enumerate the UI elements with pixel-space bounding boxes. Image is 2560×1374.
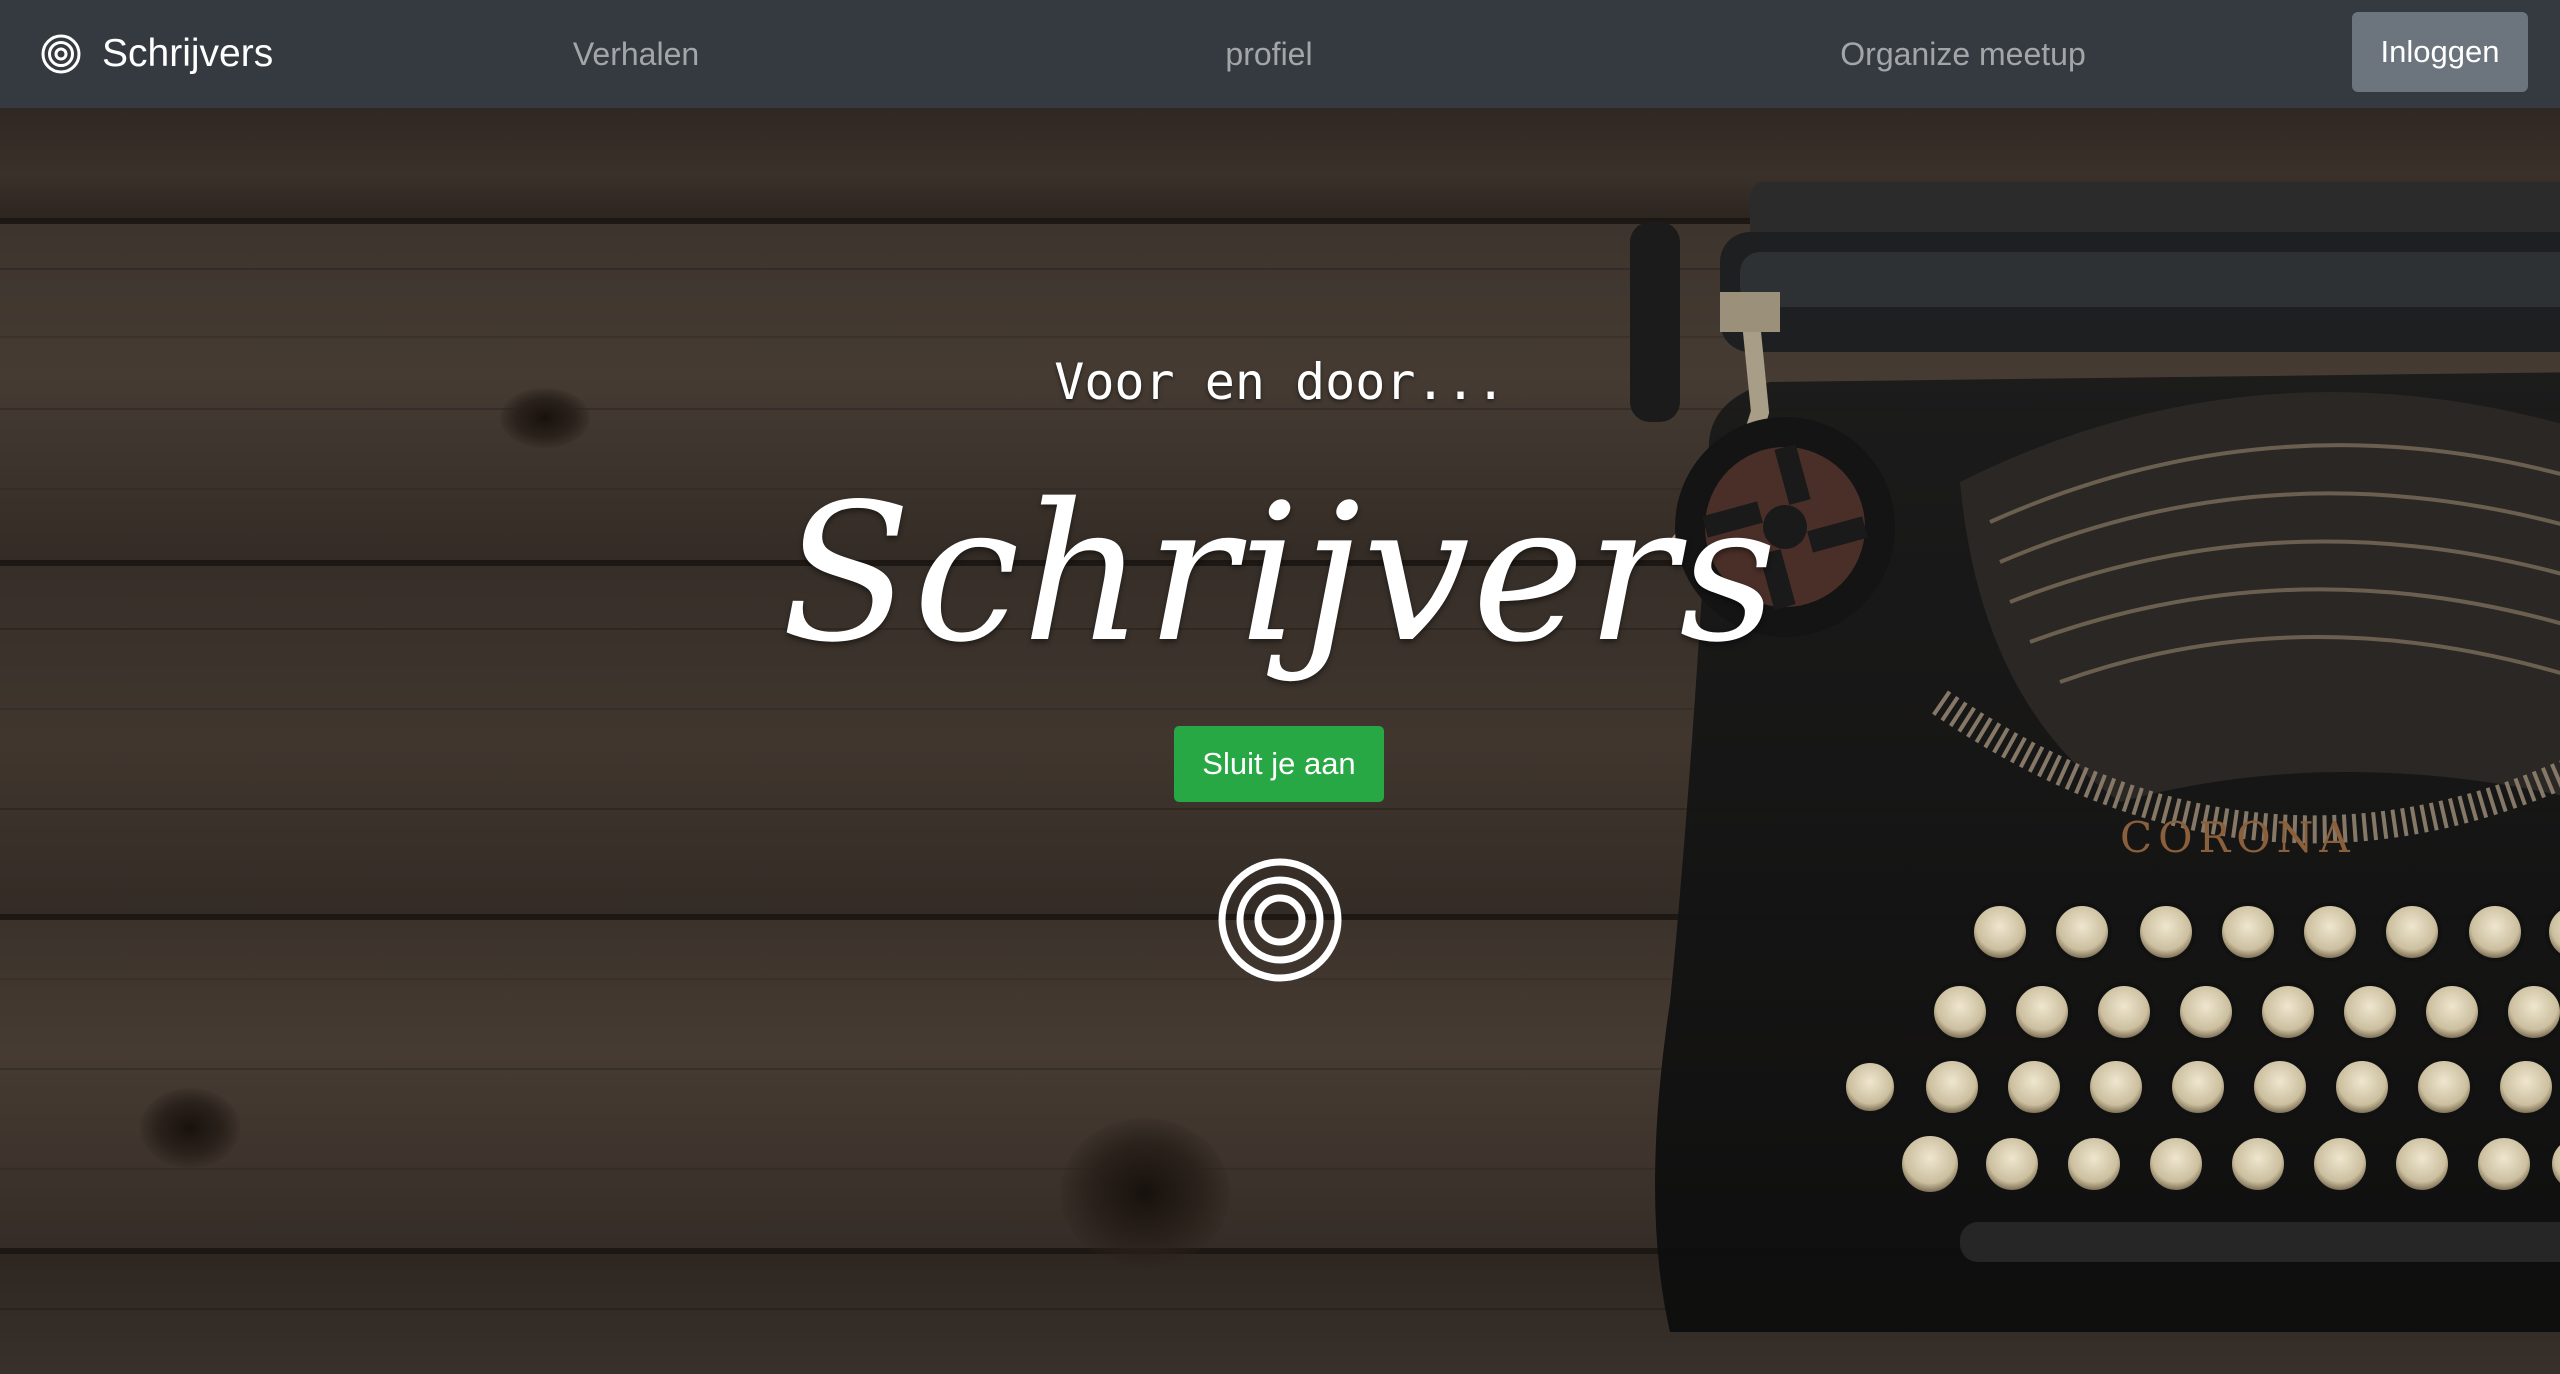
top-navbar: Schrijvers Verhalen profiel Organize mee… — [0, 0, 2560, 108]
hero-content: Voor en door... Schrijvers Sluit je aan — [0, 108, 2560, 1374]
hero-title: Schrijvers — [781, 463, 1779, 684]
brand-name: Schrijvers — [102, 32, 274, 75]
nav-link-organize-meetup[interactable]: Organize meetup — [1840, 0, 2085, 108]
concentric-circles-icon — [41, 34, 81, 74]
nav-link-profiel[interactable]: profiel — [1225, 0, 1312, 108]
login-button[interactable]: Inloggen — [2352, 12, 2528, 92]
concentric-circles-icon — [1218, 858, 1342, 982]
nav-link-verhalen[interactable]: Verhalen — [573, 0, 699, 108]
join-button[interactable]: Sluit je aan — [1174, 726, 1384, 802]
hero-tagline: Voor en door... — [1054, 353, 1506, 411]
hero-section: CORONA Voor en door... Schrijvers Sluit … — [0, 108, 2560, 1374]
brand-link[interactable]: Schrijvers — [40, 0, 273, 108]
